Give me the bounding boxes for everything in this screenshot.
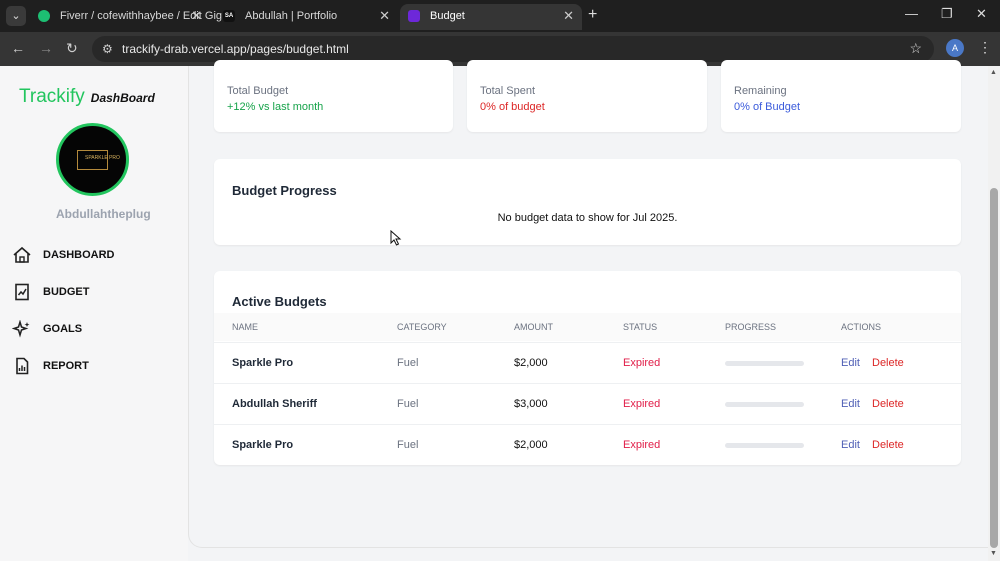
- delete-button[interactable]: Delete: [872, 357, 904, 369]
- forward-icon[interactable]: →: [39, 40, 53, 56]
- sidebar-item-report[interactable]: REPORT: [12, 356, 172, 378]
- stat-label: Remaining: [734, 85, 787, 97]
- page-scrollbar[interactable]: ▲ ▼: [988, 66, 1000, 561]
- stat-sub: +12% vs last month: [227, 101, 324, 113]
- browser-tab-portfolio[interactable]: SA Abdullah | Portfolio ✕: [215, 4, 398, 30]
- budget-category: Fuel: [397, 398, 419, 410]
- status-badge: Expired: [623, 439, 661, 451]
- column-header: PROGRESS: [725, 322, 777, 332]
- browser-tabstrip: ⌄ Fiverr / cofewithhaybee / Edit Gig ✕ S…: [0, 0, 1000, 32]
- brand-name: Trackify: [19, 86, 85, 107]
- portfolio-favicon-icon: SA: [223, 10, 235, 22]
- restore-icon[interactable]: ❐: [941, 6, 953, 22]
- trackify-favicon-icon: [408, 10, 420, 22]
- username: Abdullahtheplug: [56, 207, 151, 221]
- stat-label: Total Budget: [227, 85, 289, 97]
- browser-menu-icon[interactable]: ⋮: [978, 39, 992, 56]
- empty-message: No budget data to show for Jul 2025.: [497, 212, 678, 224]
- tab-search-button[interactable]: ⌄: [6, 6, 26, 26]
- budget-name: Abdullah Sheriff: [232, 398, 317, 410]
- delete-button[interactable]: Delete: [872, 398, 904, 410]
- address-bar[interactable]: ⚙ trackify-drab.vercel.app/pages/budget.…: [92, 36, 934, 62]
- stat-card-remaining: Remaining 0% of Budget: [721, 60, 961, 132]
- new-tab-button[interactable]: +: [588, 6, 597, 24]
- sidebar-item-label: REPORT: [43, 360, 89, 372]
- fiverr-favicon-icon: [38, 10, 50, 22]
- section-title: Active Budgets: [232, 294, 327, 309]
- sidebar-item-label: GOALS: [43, 323, 83, 335]
- budget-name: Sparkle Pro: [232, 439, 294, 451]
- budget-amount: $2,000: [514, 439, 548, 451]
- budget-amount: $3,000: [514, 398, 548, 410]
- sidebar-item-goals[interactable]: GOALS: [12, 319, 172, 341]
- bookmark-star-icon[interactable]: ☆: [909, 40, 922, 57]
- url-text: trackify-drab.vercel.app/pages/budget.ht…: [122, 42, 349, 56]
- avatar-logo: SPARKLE PRO: [77, 150, 120, 170]
- profile-avatar[interactable]: A: [946, 39, 964, 57]
- stat-sub: 0% of budget: [480, 101, 545, 113]
- brand[interactable]: Trackify DashBoard: [19, 86, 155, 108]
- budget-icon: [15, 283, 29, 301]
- avatar[interactable]: SPARKLE PRO: [56, 123, 129, 196]
- budget-name: Sparkle Pro: [232, 357, 294, 369]
- sidebar-item-label: DASHBOARD: [43, 249, 115, 261]
- site-info-icon[interactable]: ⚙: [102, 42, 113, 56]
- active-budgets-card: Active Budgets NAME CATEGORY AMOUNT STAT…: [214, 271, 961, 465]
- progress-bar: [725, 361, 804, 366]
- tab-close-icon[interactable]: ✕: [563, 4, 574, 28]
- minimize-icon[interactable]: —: [905, 6, 918, 21]
- sidebar-item-dashboard[interactable]: DASHBOARD: [12, 245, 172, 267]
- edit-button[interactable]: Edit: [841, 398, 860, 410]
- back-icon[interactable]: ←: [11, 40, 25, 56]
- page: Trackify DashBoard SPARKLE PRO Abdullahth…: [0, 60, 1000, 561]
- column-header: NAME: [232, 322, 259, 332]
- window-close-icon[interactable]: ✕: [976, 6, 987, 22]
- sidebar-item-label: BUDGET: [43, 286, 90, 298]
- status-badge: Expired: [623, 398, 661, 410]
- table-row: Sparkle Pro Fuel $2,000 Expired Edit Del…: [214, 424, 961, 465]
- brand-subtitle: DashBoard: [90, 91, 155, 105]
- browser-tab-fiverr[interactable]: Fiverr / cofewithhaybee / Edit Gig ✕: [30, 4, 222, 30]
- progress-bar: [725, 443, 804, 448]
- stat-card-total-budget: Total Budget +12% vs last month: [214, 60, 453, 132]
- edit-button[interactable]: Edit: [841, 357, 860, 369]
- sidebar: Trackify DashBoard SPARKLE PRO Abdullahth…: [0, 66, 188, 561]
- column-header: ACTIONS: [841, 322, 882, 332]
- stat-card-total-spent: Total Spent 0% of budget: [467, 60, 707, 132]
- scroll-up-icon[interactable]: ▲: [990, 69, 997, 76]
- tab-title: Budget: [430, 10, 465, 22]
- edit-button[interactable]: Edit: [841, 439, 860, 451]
- column-header: STATUS: [623, 322, 658, 332]
- table-row: Sparkle Pro Fuel $2,000 Expired Edit Del…: [214, 342, 961, 383]
- scrollbar-thumb[interactable]: [990, 188, 998, 548]
- stat-sub: 0% of Budget: [734, 101, 801, 113]
- scroll-down-icon[interactable]: ▼: [990, 550, 997, 557]
- column-header: CATEGORY: [397, 322, 447, 332]
- reload-icon[interactable]: ↻: [66, 40, 78, 57]
- budget-amount: $2,000: [514, 357, 548, 369]
- tab-close-icon[interactable]: ✕: [379, 4, 390, 28]
- progress-bar: [725, 402, 804, 407]
- budget-category: Fuel: [397, 357, 419, 369]
- browser-tab-budget[interactable]: Budget ✕: [400, 4, 582, 30]
- section-title: Budget Progress: [232, 183, 337, 198]
- status-badge: Expired: [623, 357, 661, 369]
- report-icon: [16, 357, 29, 375]
- tab-title: Abdullah | Portfolio: [245, 10, 338, 22]
- avatar-logo-text: SPARKLE PRO: [85, 155, 120, 161]
- budget-category: Fuel: [397, 439, 419, 451]
- budget-progress-card: Budget Progress No budget data to show f…: [214, 159, 961, 245]
- mouse-cursor-icon: [390, 230, 402, 246]
- table-row: Abdullah Sheriff Fuel $3,000 Expired Edi…: [214, 383, 961, 424]
- home-icon: [13, 246, 31, 263]
- stat-label: Total Spent: [480, 85, 536, 97]
- column-header: AMOUNT: [514, 322, 553, 332]
- delete-button[interactable]: Delete: [872, 439, 904, 451]
- goals-icon: [12, 320, 30, 338]
- sidebar-item-budget[interactable]: BUDGET: [12, 282, 172, 304]
- tab-close-icon[interactable]: ✕: [191, 4, 202, 28]
